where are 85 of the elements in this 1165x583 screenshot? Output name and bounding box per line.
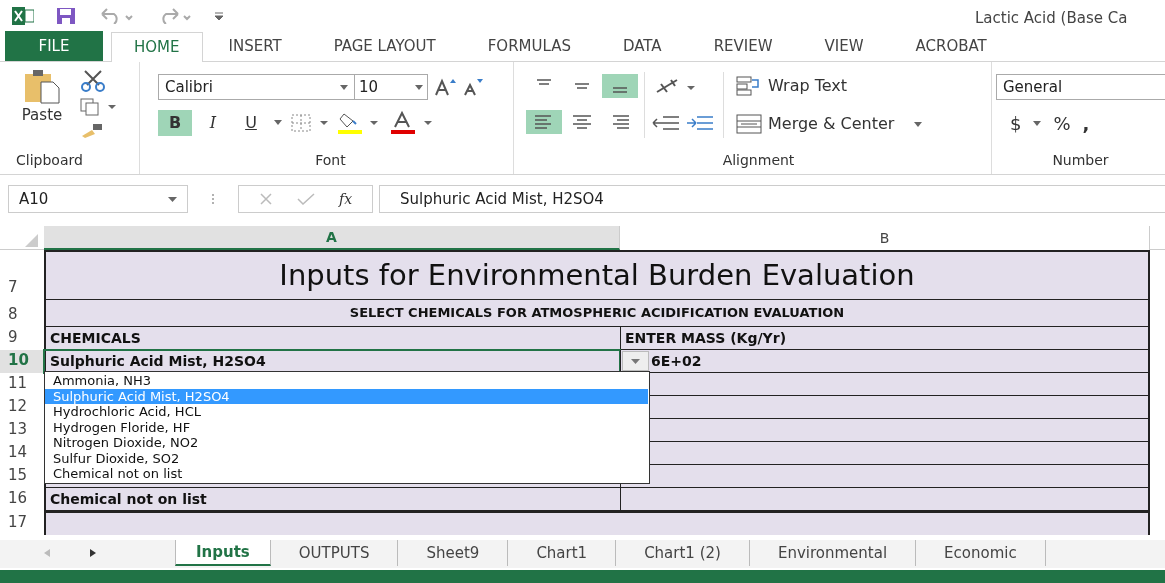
caret-icon	[415, 84, 423, 90]
wrap-text-icon	[736, 76, 762, 96]
table-cell: Chemical not on list	[44, 488, 620, 511]
sheet-tab[interactable]: Environmental	[749, 540, 917, 566]
row-header[interactable]: 8	[0, 300, 44, 327]
customize-icon[interactable]	[214, 11, 224, 21]
caret-icon	[340, 84, 348, 90]
group-label: Number	[1052, 151, 1109, 170]
ribbon-tab[interactable]: HOME	[111, 32, 203, 62]
percent-button[interactable]: %	[1053, 110, 1071, 137]
save-icon[interactable]	[56, 7, 76, 25]
row-header[interactable]: 13	[0, 419, 44, 442]
group-label: Alignment	[722, 151, 795, 170]
excel-logo-icon[interactable]	[12, 7, 34, 25]
ribbon-tab[interactable]: REVIEW	[687, 31, 799, 61]
formula-input[interactable]: Sulphuric Acid Mist, H2SO4	[379, 185, 1165, 213]
column-header[interactable]: A	[44, 226, 620, 250]
font-name-dropdown[interactable]: Calibri	[158, 74, 355, 100]
undo-icon[interactable]	[98, 8, 134, 24]
row-header[interactable]: 16	[0, 488, 44, 511]
format-painter-icon[interactable]	[80, 122, 104, 138]
sheet-tab[interactable]: OUTPUTS	[270, 540, 399, 566]
merge-center-button[interactable]: Merge & Center	[736, 110, 923, 138]
table-cell: Sulphuric Acid Mist, H2SO4	[44, 350, 620, 373]
ribbon-tab[interactable]: INSERT	[202, 31, 308, 61]
insert-function-button[interactable]: fx	[339, 188, 353, 210]
paste-button[interactable]: Paste	[18, 68, 66, 150]
underline-button[interactable]: U	[234, 110, 268, 136]
align-bottom-icon[interactable]	[602, 72, 638, 100]
table-cell: CHEMICALS	[44, 327, 620, 350]
wrap-text-button[interactable]: Wrap Text	[736, 72, 923, 100]
sheet-tab[interactable]: Sheet9	[398, 540, 509, 566]
ribbon-tab[interactable]: FORMULAS	[461, 31, 597, 61]
shrink-font-icon[interactable]	[462, 77, 484, 97]
caret-icon	[1033, 121, 1042, 126]
comma-button[interactable]: ,	[1082, 110, 1090, 137]
dropdown-option[interactable]: Hydrogen Floride, HF	[45, 419, 648, 435]
ribbon-tab[interactable]: VIEW	[798, 31, 890, 61]
cut-icon[interactable]	[80, 70, 106, 92]
sheet-tab[interactable]: Inputs	[175, 540, 271, 566]
ribbon-tab[interactable]: ACROBAT	[889, 31, 1013, 61]
grow-font-icon[interactable]	[434, 77, 456, 97]
caret-icon	[168, 196, 177, 202]
merge-cells-icon	[736, 114, 762, 134]
row-header[interactable]: 7	[0, 250, 44, 300]
scroll-right-icon[interactable]	[90, 549, 96, 557]
number-format-dropdown[interactable]: General	[996, 74, 1165, 100]
grip-icon	[211, 193, 215, 205]
row-header[interactable]: 10	[0, 350, 44, 373]
dropdown-option[interactable]: Sulfur Dioxide, SO2	[45, 450, 648, 466]
file-tab[interactable]: FILE	[5, 31, 103, 61]
group-label: Clipboard	[15, 151, 84, 170]
caret-icon	[631, 358, 640, 364]
align-left-icon[interactable]	[526, 108, 562, 136]
row-header[interactable]: 12	[0, 396, 44, 419]
row-header[interactable]: 11	[0, 373, 44, 396]
dropdown-option[interactable]: Hydrochloric Acid, HCL	[45, 404, 648, 420]
caret-icon[interactable]	[272, 120, 284, 126]
dropdown-button[interactable]	[622, 351, 649, 371]
font-size-dropdown[interactable]: 10	[354, 74, 428, 100]
italic-button[interactable]: I	[196, 110, 230, 136]
column-header[interactable]: B	[620, 226, 1150, 250]
dropdown-option[interactable]: Chemical not on list	[45, 466, 648, 482]
name-box[interactable]: A10	[8, 185, 188, 213]
currency-button[interactable]: $	[1010, 110, 1022, 137]
clipboard-icon	[23, 68, 61, 104]
sheet-tab[interactable]: Chart1 (2)	[616, 540, 750, 566]
group-label: Font	[315, 151, 346, 170]
ribbon-tab[interactable]: PAGE LAYOUT	[307, 31, 462, 61]
bold-button[interactable]: B	[158, 110, 192, 136]
row-header[interactable]: 14	[0, 442, 44, 465]
table-cell: ENTER MASS (Kg/Yr)	[620, 327, 1150, 350]
window-title: Lactic Acid (Base Ca	[975, 8, 1128, 29]
row-header[interactable]: 17	[0, 511, 44, 535]
table-cell: 6E+02	[620, 350, 1150, 373]
sheet-tab[interactable]: Economic	[916, 540, 1046, 566]
caret-icon	[914, 121, 923, 127]
dropdown-option[interactable]: Nitrogen Dioxide, NO2	[45, 435, 648, 451]
ribbon-tab[interactable]: DATA	[596, 31, 688, 61]
title-cell: Inputs for Environmental Burden Evaluation	[44, 250, 1150, 300]
sheet-tab[interactable]: Chart1	[508, 540, 617, 566]
row-header[interactable]: 15	[0, 465, 44, 488]
section-heading: SELECT CHEMICALS FOR ATMOSPHERIC ACIDIFICATION EVALUATION	[44, 300, 1150, 327]
dropdown-option[interactable]: Ammonia, NH3	[45, 373, 648, 389]
row-header[interactable]: 9	[0, 327, 44, 350]
